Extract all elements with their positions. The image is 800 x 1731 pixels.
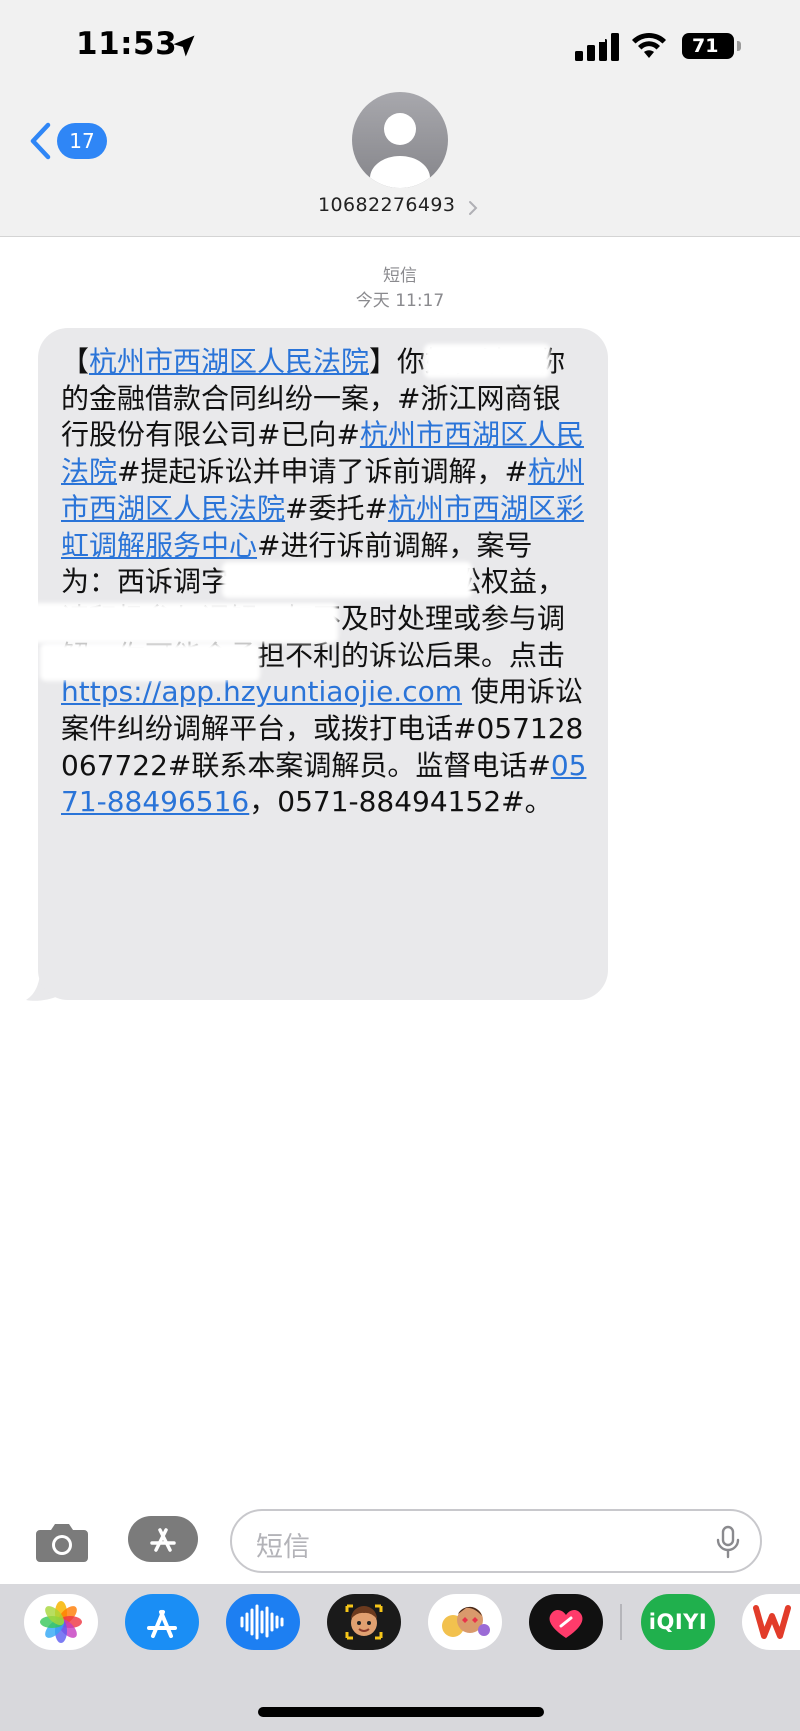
message-text: ，0571-88494152#。 bbox=[249, 785, 553, 819]
contact-details-link[interactable]: 10682276493 bbox=[318, 194, 498, 222]
battery-tip bbox=[737, 41, 741, 51]
redaction-mark bbox=[222, 562, 472, 598]
message-text: #提起诉讼并申请了诉前调解，# bbox=[117, 455, 528, 489]
avatar-icon[interactable] bbox=[352, 92, 448, 188]
audio-message-icon[interactable] bbox=[226, 1594, 300, 1650]
photos-icon[interactable] bbox=[24, 1594, 98, 1650]
drawer-divider bbox=[620, 1604, 622, 1640]
message-timestamp: 今天 11:17 bbox=[355, 291, 445, 311]
stickers-icon[interactable] bbox=[428, 1594, 502, 1650]
message-input[interactable]: 短信 bbox=[230, 1509, 762, 1573]
microphone-icon[interactable] bbox=[716, 1525, 740, 1559]
back-button[interactable]: 17 bbox=[28, 118, 108, 164]
memoji-icon[interactable] bbox=[327, 1594, 401, 1650]
conversation-kind-label: 短信 bbox=[383, 266, 417, 286]
message-text: 】 bbox=[369, 345, 398, 378]
chevron-left-icon bbox=[30, 122, 51, 160]
message-input-placeholder: 短信 bbox=[256, 1532, 310, 1563]
redaction-mark bbox=[30, 603, 338, 643]
redaction-mark bbox=[40, 643, 260, 681]
home-indicator[interactable] bbox=[258, 1707, 544, 1717]
status-time: 11:53 bbox=[76, 26, 178, 62]
digital-touch-heart-icon[interactable] bbox=[529, 1594, 603, 1650]
app-store-icon[interactable] bbox=[125, 1594, 199, 1650]
app-store-button[interactable] bbox=[128, 1516, 198, 1562]
unread-count-badge: 17 bbox=[57, 123, 107, 159]
cellular-signal-icon bbox=[575, 33, 619, 61]
iqiyi-icon[interactable]: iQIYI bbox=[641, 1594, 715, 1650]
compose-bar: 短信 bbox=[0, 1500, 800, 1580]
location-arrow-icon bbox=[173, 35, 195, 57]
camera-icon[interactable] bbox=[34, 1520, 90, 1564]
redaction-mark bbox=[424, 344, 550, 378]
iqiyi-label: iQIYI bbox=[648, 1610, 708, 1634]
conversation-header: 11:53 71 17 10682276493 bbox=[0, 0, 800, 237]
message-text: #委托# bbox=[285, 491, 388, 525]
app-store-icon bbox=[150, 1528, 176, 1552]
wifi-icon bbox=[632, 32, 666, 58]
contact-number: 10682276493 bbox=[318, 194, 456, 216]
message-text: 【 bbox=[61, 345, 90, 378]
wps-icon[interactable] bbox=[742, 1594, 800, 1650]
court-name-link[interactable]: 杭州市西湖区人民法院 bbox=[89, 345, 369, 378]
chevron-right-icon bbox=[469, 201, 478, 215]
battery-icon: 71 bbox=[682, 33, 734, 59]
battery-level: 71 bbox=[692, 35, 719, 57]
